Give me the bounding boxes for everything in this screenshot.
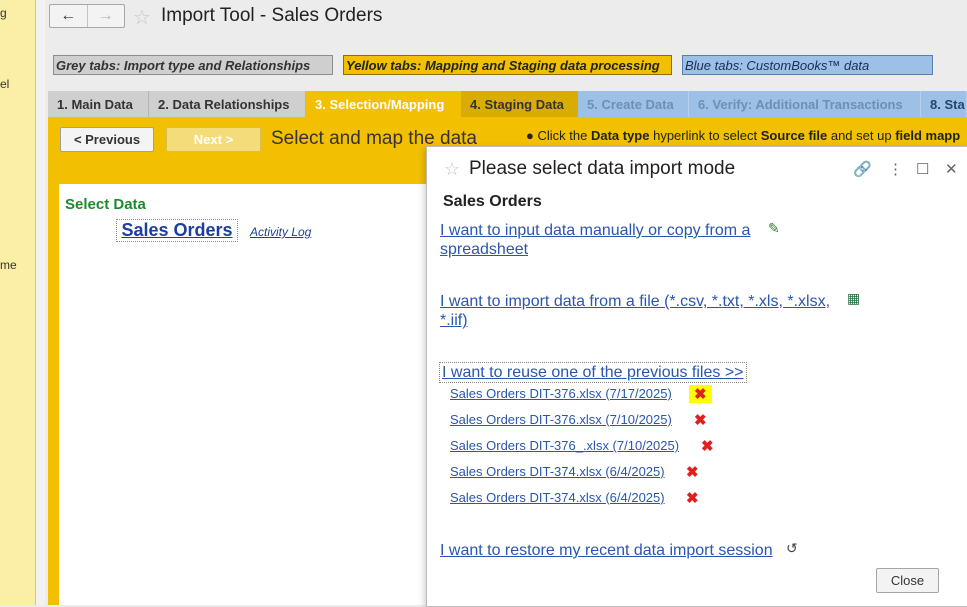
import-mode-dialog: ☆ Please select data import mode 🔗 ⋮ ☐ ✕… <box>426 146 967 607</box>
legend-blue: Blue tabs: CustomBooks™ data <box>682 55 933 75</box>
option-text-line: *.iif) <box>440 312 468 329</box>
panel-gap <box>36 0 45 605</box>
window-titlebar: ← → ☆ Import Tool - Sales Orders <box>45 0 967 40</box>
delete-file-icon[interactable]: ✖ <box>686 463 699 481</box>
tab-data-relationships[interactable]: 2. Data Relationships <box>149 91 306 117</box>
window-title: Import Tool - Sales Orders <box>161 5 383 26</box>
close-icon[interactable]: ✕ <box>945 160 958 178</box>
recent-file-link[interactable]: Sales Orders DIT-374.xlsx (6/4/2025) <box>450 490 665 505</box>
maximize-icon[interactable]: ☐ <box>916 160 929 178</box>
tab-staging-data[interactable]: 4. Staging Data <box>461 91 578 117</box>
option-text-line: I want to import data from a file (*.csv… <box>440 293 831 310</box>
back-button[interactable]: ← <box>50 5 88 27</box>
tab-create-data[interactable]: 5. Create Data <box>578 91 689 117</box>
option-restore-session[interactable]: I want to restore my recent data import … <box>440 541 773 560</box>
tab-verify-additional-transactions[interactable]: 6. Verify: Additional Transactions <box>689 91 921 117</box>
dialog-title: Please select data import mode <box>469 158 736 179</box>
activity-log-link[interactable]: Activity Log <box>250 225 311 239</box>
excel-icon: ▦ <box>847 290 861 306</box>
sidebar-fragment: me <box>0 258 17 272</box>
sidebar-fragment: el <box>0 77 10 91</box>
select-data-heading: Select Data <box>65 196 146 213</box>
link-icon[interactable]: 🔗 <box>853 160 872 178</box>
favorite-star-icon[interactable]: ☆ <box>444 159 460 180</box>
bullet-icon: ● <box>526 128 534 143</box>
next-button[interactable]: Next > <box>166 127 261 152</box>
favorite-star-icon[interactable]: ☆ <box>133 5 151 30</box>
previous-button[interactable]: < Previous <box>60 127 154 152</box>
forward-button[interactable]: → <box>88 5 125 27</box>
legend-grey: Grey tabs: Import type and Relationships <box>53 55 333 75</box>
sidebar-fragment: g <box>0 6 7 20</box>
recent-file-link[interactable]: Sales Orders DIT-376.xlsx (7/17/2025) <box>450 386 672 401</box>
pencil-icon: ✎ <box>768 220 780 236</box>
close-button[interactable]: Close <box>876 568 939 593</box>
hint-emphasis: Source file <box>760 128 828 143</box>
delete-file-icon[interactable]: ✖ <box>694 411 707 429</box>
dialog-heading: Sales Orders <box>443 193 542 210</box>
hint-emphasis: Data type <box>590 128 650 143</box>
left-sidebar-panel: g el me <box>0 0 36 605</box>
sales-orders-link[interactable]: Sales Orders <box>116 219 238 242</box>
history-icon: ↺ <box>786 540 798 556</box>
delete-file-icon[interactable]: ✖ <box>689 385 712 403</box>
tab-selection-mapping[interactable]: 3. Selection/Mapping <box>306 91 461 117</box>
option-text-line: spreadsheet <box>440 241 529 258</box>
option-reuse-previous[interactable]: I want to reuse one of the previous file… <box>439 362 747 383</box>
hint-text: and set up <box>827 128 896 143</box>
option-import-file[interactable]: I want to import data from a file (*.csv… <box>440 292 830 330</box>
instruction-hint: ● Click the Data type hyperlink to selec… <box>526 128 960 143</box>
nav-button-group: ← → <box>49 4 125 28</box>
legend-yellow: Yellow tabs: Mapping and Staging data pr… <box>343 55 672 75</box>
recent-file-link[interactable]: Sales Orders DIT-376.xlsx (7/10/2025) <box>450 412 672 427</box>
recent-file-link[interactable]: Sales Orders DIT-376_.xlsx (7/10/2025) <box>450 438 679 453</box>
tab-main-data[interactable]: 1. Main Data <box>48 91 149 117</box>
tab-step-8[interactable]: 8. Sta <box>921 91 967 117</box>
option-manual-input[interactable]: I want to input data manually or copy fr… <box>440 221 750 259</box>
menu-icon[interactable]: ⋮ <box>888 160 903 178</box>
delete-file-icon[interactable]: ✖ <box>701 437 714 455</box>
option-text-line: I want to input data manually or copy fr… <box>440 222 751 239</box>
content-panel <box>59 184 429 605</box>
step-tabs: 1. Main Data 2. Data Relationships 3. Se… <box>48 91 967 117</box>
hint-text: Click the <box>537 128 591 143</box>
hint-text: hyperlink to select <box>649 128 761 143</box>
delete-file-icon[interactable]: ✖ <box>686 489 699 507</box>
hint-emphasis: field mapp <box>895 128 961 143</box>
recent-file-link[interactable]: Sales Orders DIT-374.xlsx (6/4/2025) <box>450 464 665 479</box>
